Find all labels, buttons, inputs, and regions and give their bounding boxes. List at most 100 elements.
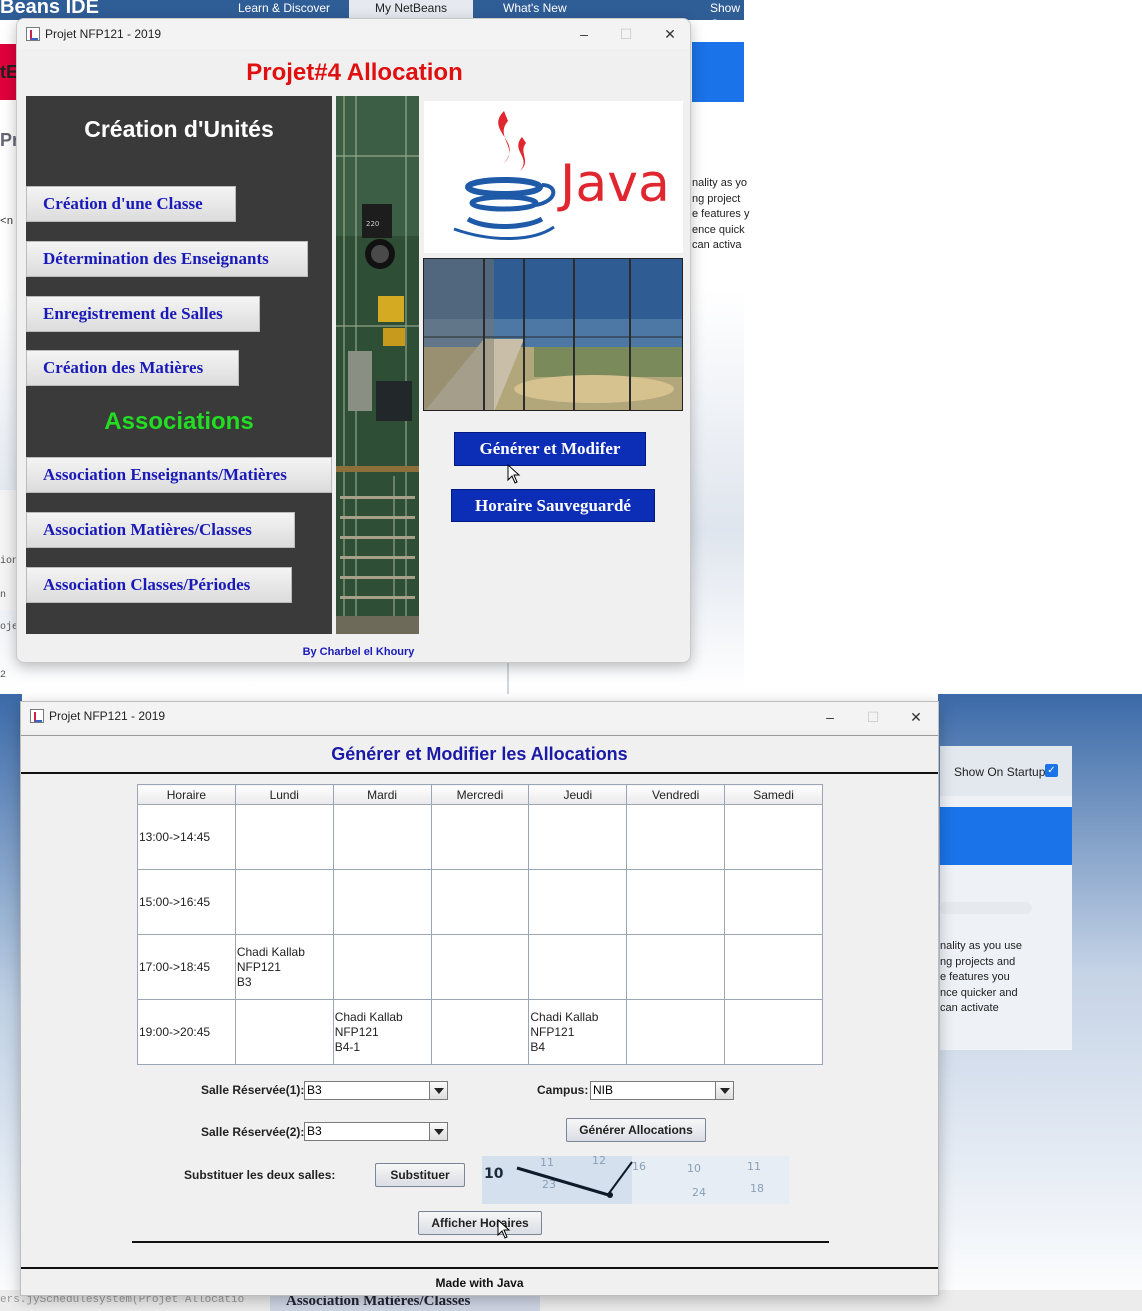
create-subjects-button[interactable]: Création des Matières xyxy=(26,350,239,386)
table-header-row: Horaire Lundi Mardi Mercredi Jeudi Vendr… xyxy=(137,784,823,805)
java-app-icon xyxy=(30,709,44,723)
background-code-fragment: <n xyxy=(0,216,14,228)
page-title: Projet#4 Allocation xyxy=(246,59,463,86)
create-class-button[interactable]: Création d'une Classe xyxy=(26,186,236,222)
svg-text:16: 16 xyxy=(632,1160,646,1173)
show-on-startup-checkbox[interactable]: ✓ xyxy=(1045,764,1058,777)
table-cell[interactable]: Chadi Kallab NFP121 B3 xyxy=(234,934,334,1000)
salle2-select[interactable]: B3 xyxy=(304,1122,448,1141)
table-cell[interactable]: 13:00->14:45 xyxy=(137,804,236,870)
assoc-teachers-subjects-button[interactable]: Association Enseignants/Matières xyxy=(26,457,332,493)
chevron-down-icon[interactable] xyxy=(429,1123,447,1140)
campus-label: Campus: xyxy=(537,1083,589,1097)
footer-credit: Made with Java xyxy=(435,1276,524,1290)
campus-value: NIB xyxy=(593,1083,614,1097)
table-cell[interactable] xyxy=(626,999,726,1065)
table-cell[interactable] xyxy=(626,934,726,1000)
table-cell[interactable] xyxy=(332,869,432,935)
saved-schedule-button[interactable]: Horaire Sauveguardé xyxy=(451,489,655,522)
column-header-samedi[interactable]: Samedi xyxy=(724,784,823,805)
substitute-button[interactable]: Substituer xyxy=(375,1163,465,1187)
svg-text:220: 220 xyxy=(366,220,379,228)
close-button[interactable]: ✕ xyxy=(901,706,931,728)
desktop: Beans IDE Learn & Discover My NetBeans W… xyxy=(0,0,1142,1311)
window-title: Projet NFP121 - 2019 xyxy=(45,27,162,41)
chevron-down-icon[interactable] xyxy=(429,1082,447,1099)
minimize-button[interactable]: – xyxy=(815,706,845,728)
salle2-label: Salle Réservée(2): xyxy=(201,1125,305,1139)
column-header-lundi[interactable]: Lundi xyxy=(234,784,334,805)
close-button[interactable]: ✕ xyxy=(655,23,685,45)
table-cell[interactable] xyxy=(528,934,628,1000)
substitute-label: Substituer les deux salles: xyxy=(184,1168,336,1182)
svg-text:24: 24 xyxy=(692,1186,706,1199)
table-cell[interactable]: 19:00->20:45 xyxy=(137,999,236,1065)
column-header-vendredi[interactable]: Vendredi xyxy=(626,784,726,805)
table-cell[interactable] xyxy=(430,934,530,1000)
column-header-horaire[interactable]: Horaire xyxy=(137,784,236,805)
table-cell[interactable] xyxy=(626,804,726,870)
table-cell[interactable] xyxy=(430,804,530,870)
table-cell[interactable] xyxy=(234,869,334,935)
table-cell[interactable]: 15:00->16:45 xyxy=(137,869,236,935)
table-cell[interactable] xyxy=(430,999,530,1065)
svg-text:10: 10 xyxy=(687,1162,701,1175)
table-cell[interactable]: Chadi Kallab NFP121 B4-1 xyxy=(332,999,432,1065)
background-divider xyxy=(507,660,509,694)
svg-text:11: 11 xyxy=(747,1160,761,1173)
salle2-value: B3 xyxy=(307,1124,322,1138)
column-header-jeudi[interactable]: Jeudi xyxy=(528,784,628,805)
window-titlebar[interactable]: Projet NFP121 - 2019 – ☐ ✕ xyxy=(21,702,938,730)
table-cell[interactable] xyxy=(234,999,334,1065)
show-on-startup-label: Show On Startup xyxy=(954,765,1046,779)
background-blue-block xyxy=(940,807,1072,865)
table-row: 15:00->16:45 xyxy=(137,869,823,935)
table-cell[interactable] xyxy=(724,999,823,1065)
window-title: Projet NFP121 - 2019 xyxy=(49,709,166,723)
column-header-mardi[interactable]: Mardi xyxy=(332,784,432,805)
java-logo: Java xyxy=(424,101,683,253)
minimize-button[interactable]: – xyxy=(569,23,599,45)
java-app-icon xyxy=(26,27,40,41)
table-cell[interactable] xyxy=(332,804,432,870)
table-cell[interactable] xyxy=(724,869,823,935)
campus-select[interactable]: NIB xyxy=(590,1081,734,1100)
table-cell[interactable] xyxy=(626,869,726,935)
maximize-button: ☐ xyxy=(866,709,880,725)
svg-text:18: 18 xyxy=(750,1182,764,1195)
salle1-select[interactable]: B3 xyxy=(304,1081,448,1100)
table-cell[interactable] xyxy=(724,804,823,870)
background-gradient-left xyxy=(0,694,22,1311)
assoc-classes-periods-button[interactable]: Association Classes/Périodes xyxy=(26,567,292,603)
table-cell[interactable] xyxy=(528,869,628,935)
netbeans-logo-text: Beans IDE xyxy=(0,0,99,18)
background-gray-bar xyxy=(940,902,1032,914)
campus-building-photo xyxy=(423,258,683,411)
salle1-label: Salle Réservée(1): xyxy=(201,1083,305,1097)
show-schedules-button[interactable]: Afficher Horaires xyxy=(418,1211,542,1235)
table-cell[interactable] xyxy=(724,934,823,1000)
units-heading: Création d'Unités xyxy=(84,116,274,142)
table-cell[interactable]: 17:00->18:45 xyxy=(137,934,236,1000)
table-cell[interactable] xyxy=(234,804,334,870)
register-rooms-button[interactable]: Enregistrement de Salles xyxy=(26,296,260,332)
svg-text:10: 10 xyxy=(484,1166,504,1182)
chevron-down-icon[interactable] xyxy=(715,1082,733,1099)
table-cell[interactable] xyxy=(332,934,432,1000)
table-cell[interactable] xyxy=(528,804,628,870)
table-cell[interactable]: Chadi Kallab NFP121 B4 xyxy=(528,999,628,1065)
define-teachers-button[interactable]: Détermination des Enseignants xyxy=(26,241,308,277)
tab-show-on-startup-fragment[interactable]: Show C xyxy=(702,0,748,31)
page-title: Générer et Modifier les Allocations xyxy=(331,744,628,764)
table-row: 17:00->18:45 Chadi Kallab NFP121 B3 xyxy=(137,934,823,1000)
schedule-generator-window: Projet NFP121 - 2019 – ☐ ✕ Générer et Mo… xyxy=(20,701,939,1296)
generate-modify-button[interactable]: Générer et Modifer xyxy=(454,432,646,466)
table-cell[interactable] xyxy=(430,869,530,935)
assoc-subjects-classes-button[interactable]: Association Matières/Classes xyxy=(26,512,295,548)
column-header-mercredi[interactable]: Mercredi xyxy=(430,784,530,805)
tab-my-netbeans[interactable]: My NetBeans xyxy=(349,0,473,20)
generate-allocations-button[interactable]: Générer Allocations xyxy=(566,1118,706,1142)
tab-learn-discover[interactable]: Learn & Discover xyxy=(230,0,338,20)
window-titlebar[interactable]: Projet NFP121 - 2019 – ☐ ✕ xyxy=(17,19,690,49)
tab-whats-new[interactable]: What's New xyxy=(495,0,575,20)
